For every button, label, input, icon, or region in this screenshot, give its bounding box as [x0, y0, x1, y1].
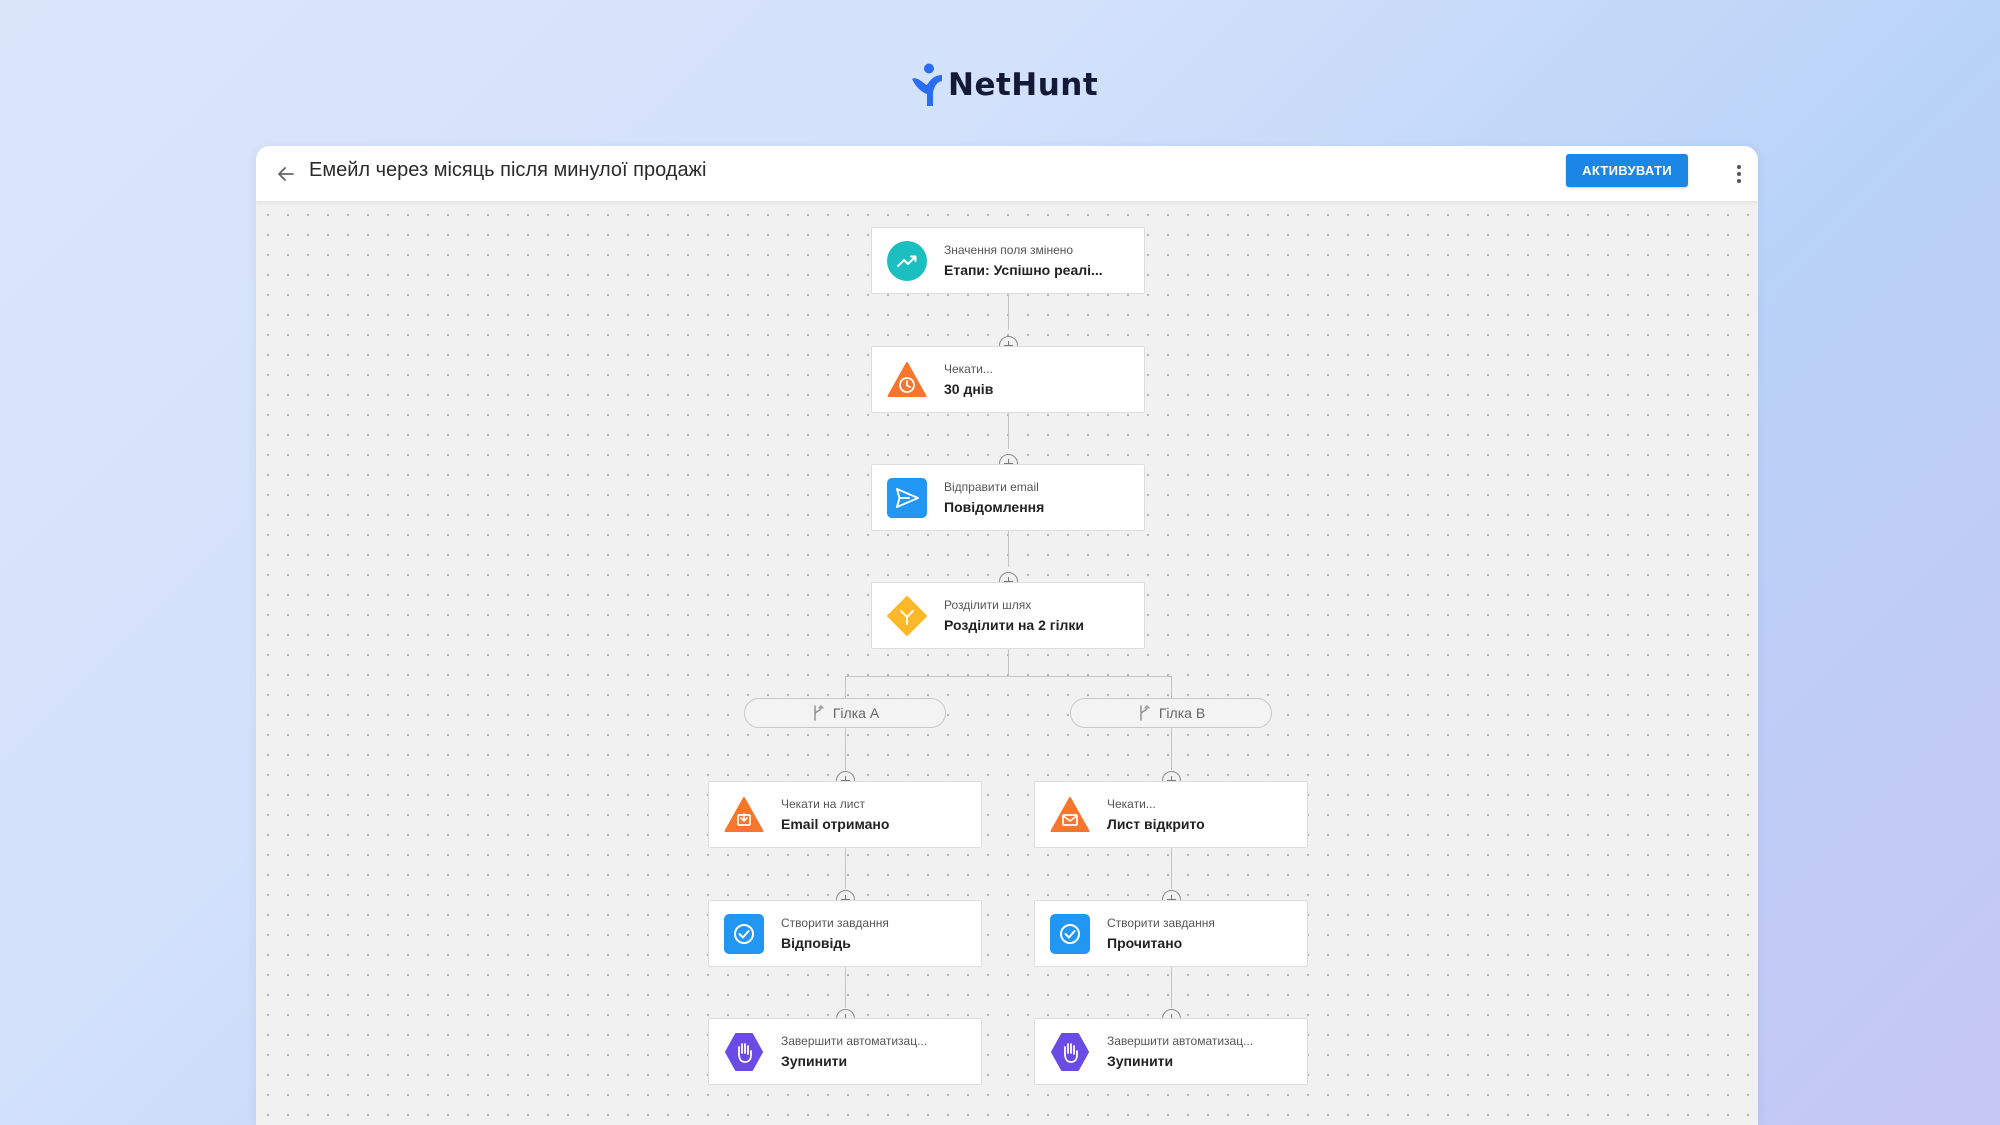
branch-b-pill[interactable]: Гілка B — [1070, 698, 1272, 728]
workflow-step-wait-email[interactable]: Чекати на лист Email отримано — [708, 781, 982, 848]
workflow-step-wait[interactable]: Чекати... 30 днів — [871, 346, 1145, 413]
workflow-step-stop[interactable]: Завершити автоматизац... Зупинити — [708, 1018, 982, 1085]
workflow-step-send-email[interactable]: Відправити email Повідомлення — [871, 464, 1145, 531]
workflow-title[interactable]: Емейл через місяць після минулої продажі — [309, 159, 706, 182]
nethunt-logo-icon — [912, 63, 942, 106]
step-type-label: Створити завдання — [781, 916, 889, 930]
activate-button[interactable]: АКТИВУВАТИ — [1566, 154, 1688, 187]
branch-label: Гілка A — [832, 705, 880, 721]
task-check-icon — [1050, 914, 1090, 954]
editor-header: Емейл через місяць після минулої продажі… — [256, 146, 1758, 201]
step-type-label: Чекати на лист — [781, 797, 865, 811]
step-type-label: Значення поля змінено — [944, 243, 1074, 257]
workflow-step-create-task[interactable]: Створити завдання Прочитано — [1034, 900, 1308, 967]
step-value-label: Повідомлення — [944, 499, 1045, 515]
step-value-label: Прочитано — [1107, 935, 1183, 951]
workflow-step-create-task[interactable]: Створити завдання Відповідь — [708, 900, 982, 967]
mail-warning-icon — [1050, 797, 1090, 832]
workflow-editor-window: Емейл через місяць після минулої продажі… — [256, 146, 1758, 1125]
branch-a-pill[interactable]: Гілка A — [744, 698, 946, 728]
more-options-button[interactable] — [1726, 158, 1752, 190]
step-type-label: Створити завдання — [1107, 916, 1215, 930]
stop-hand-icon — [1051, 1033, 1089, 1071]
step-value-label: Лист відкрито — [1107, 816, 1205, 832]
nethunt-logo: NetHunt — [910, 62, 1098, 108]
task-check-icon — [724, 914, 764, 954]
split-icon — [887, 596, 927, 636]
step-type-label: Чекати... — [1107, 797, 1156, 811]
step-value-label: Email отримано — [781, 816, 890, 832]
workflow-step-trigger[interactable]: Значення поля змінено Етапи: Успішно реа… — [871, 227, 1145, 294]
step-value-label: Розділити на 2 гілки — [944, 617, 1084, 633]
inbox-warning-icon — [724, 797, 764, 832]
step-type-label: Чекати... — [944, 362, 993, 376]
workflow-step-split[interactable]: Розділити шлях Розділити на 2 гілки — [871, 582, 1145, 649]
step-value-label: Зупинити — [1107, 1053, 1174, 1069]
trending-up-icon — [887, 241, 927, 281]
workflow-canvas[interactable]: Значення поля змінено Етапи: Успішно реа… — [256, 201, 1758, 1125]
arrow-left-icon — [278, 167, 294, 181]
back-button[interactable] — [270, 158, 302, 190]
step-value-label: Етапи: Успішно реалі... — [944, 262, 1103, 278]
step-type-label: Завершити автоматизац... — [781, 1034, 928, 1048]
workflow-step-wait-opened[interactable]: Чекати... Лист відкрито — [1034, 781, 1308, 848]
step-value-label: Відповідь — [781, 935, 851, 951]
stop-hand-icon — [725, 1033, 763, 1071]
step-value-label: Зупинити — [781, 1053, 848, 1069]
step-type-label: Розділити шлях — [944, 598, 1032, 612]
brand-name: NetHunt — [948, 67, 1099, 103]
more-vertical-icon — [1737, 164, 1741, 185]
step-type-label: Відправити email — [944, 480, 1039, 494]
branch-label: Гілка B — [1158, 705, 1206, 721]
workflow-step-stop[interactable]: Завершити автоматизац... Зупинити — [1034, 1018, 1308, 1085]
branch-icon — [1140, 705, 1150, 721]
step-type-label: Завершити автоматизац... — [1107, 1034, 1254, 1048]
send-icon — [887, 478, 927, 518]
step-value-label: 30 днів — [944, 381, 994, 397]
clock-warning-icon — [887, 362, 927, 397]
branch-icon — [814, 705, 824, 721]
